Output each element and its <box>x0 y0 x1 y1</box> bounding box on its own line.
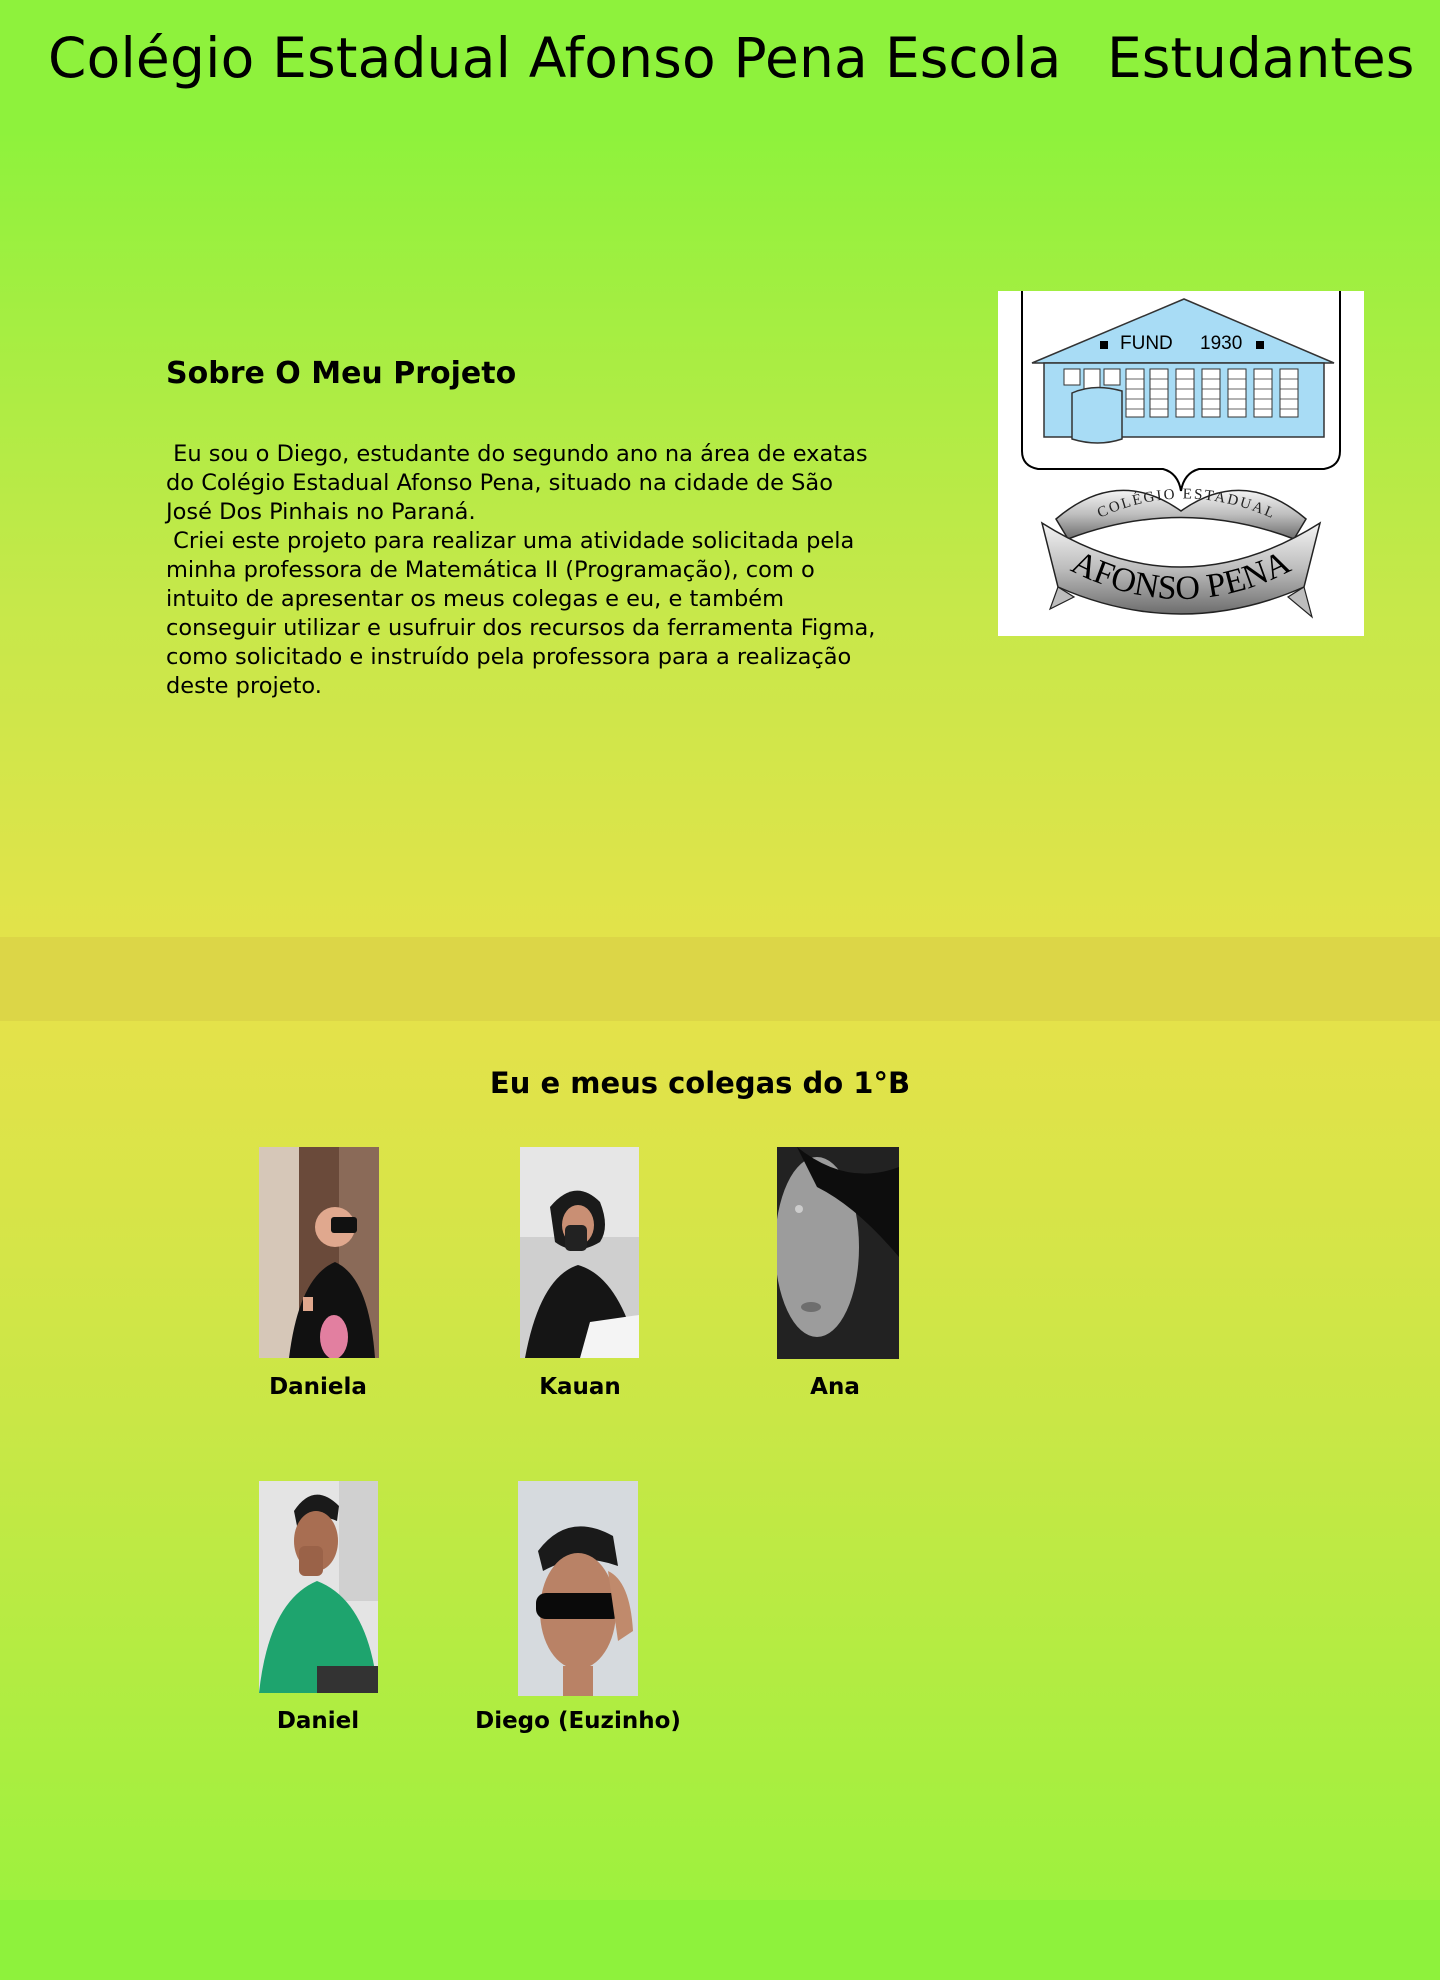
classmates-section-background <box>0 1021 1440 1901</box>
about-paragraph-1: Eu sou o Diego, estudante do segundo ano… <box>166 441 875 525</box>
caption-daniela: Daniela <box>269 1374 367 1400</box>
classmates-heading: Eu e meus colegas do 1°B <box>489 1066 911 1100</box>
photo-ana <box>777 1147 899 1359</box>
nav-link-estudantes[interactable]: Estudantes <box>1107 26 1414 90</box>
logo-fund-label: FUND <box>1120 333 1173 354</box>
caption-ana: Ana <box>810 1374 860 1400</box>
photo-kauan <box>520 1147 639 1358</box>
caption-kauan: Kauan <box>539 1374 621 1400</box>
logo-year: 1930 <box>1200 333 1242 354</box>
photo-diego <box>518 1481 638 1696</box>
caption-daniel: Daniel <box>276 1708 360 1734</box>
section-divider <box>0 937 1440 1021</box>
about-heading: Sobre O Meu Projeto <box>166 356 517 391</box>
footer-strip <box>0 1900 1440 1980</box>
nav-link-escola[interactable]: Escola <box>885 26 1061 90</box>
photo-daniela <box>259 1147 379 1358</box>
caption-diego: Diego (Euzinho) <box>475 1708 681 1734</box>
school-logo: FUND 1930 COLÉGIO ESTADUAL AFONSO PENA <box>998 291 1364 636</box>
photo-daniel <box>259 1481 378 1693</box>
about-paragraph-2: Criei este projeto para realizar uma ati… <box>166 528 883 699</box>
site-title[interactable]: Colégio Estadual Afonso Pena <box>48 26 868 90</box>
about-text: Eu sou o Diego, estudante do segundo ano… <box>166 440 886 701</box>
